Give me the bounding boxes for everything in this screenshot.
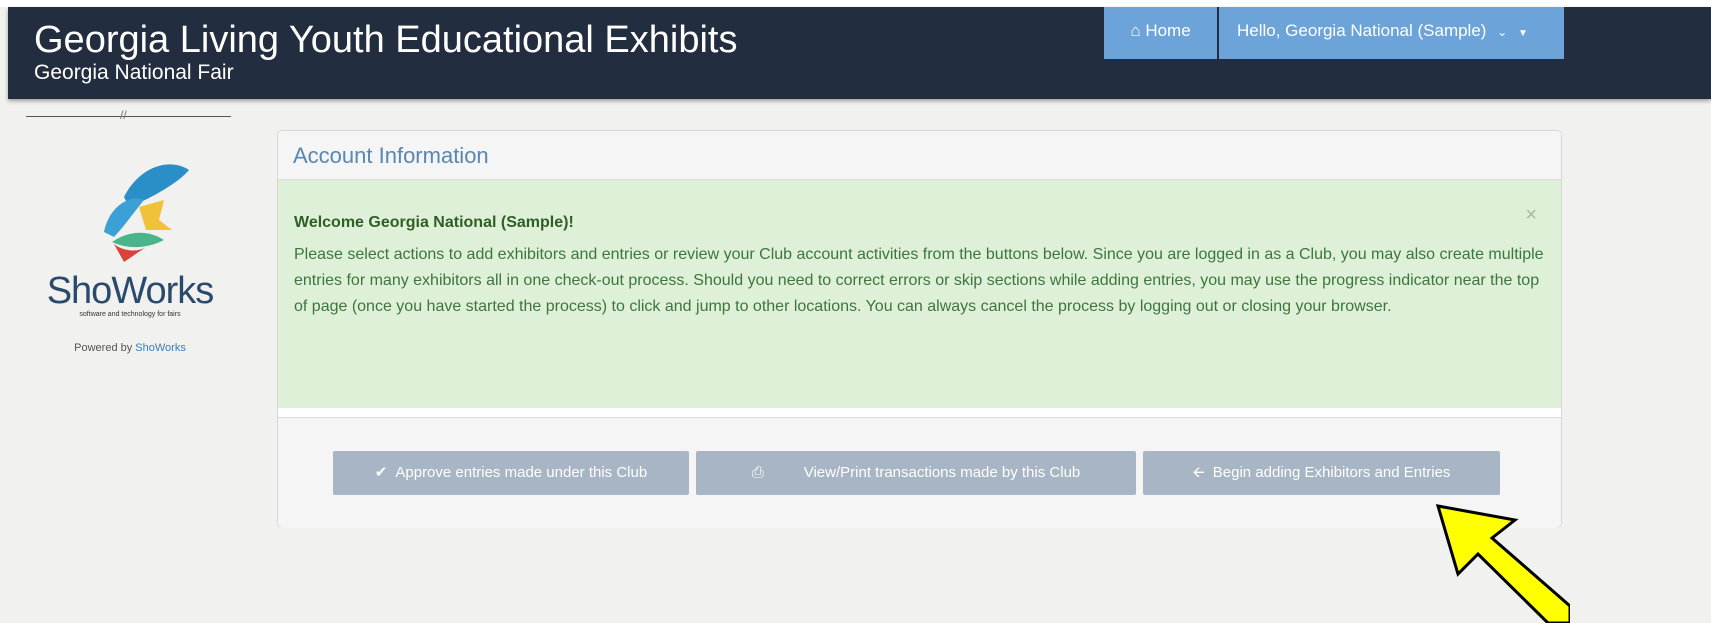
- alert-body: Please select actions to add exhibitors …: [294, 246, 1544, 315]
- top-border: [0, 0, 1711, 7]
- close-icon[interactable]: ×: [1525, 204, 1537, 227]
- view-print-transactions-button[interactable]: ⎙ View/Print transactions made by this Cl…: [696, 451, 1136, 495]
- panel-footer: ✔ Approve entries made under this Club ⎙ V…: [278, 417, 1561, 528]
- powered-by: Powered by ShoWorks: [40, 342, 220, 354]
- site-subtitle: Georgia National Fair: [34, 61, 234, 84]
- account-panel: Account Information × Welcome Georgia Na…: [277, 130, 1562, 528]
- approve-entries-button[interactable]: ✔ Approve entries made under this Club: [333, 451, 689, 495]
- annotation-arrow: [1435, 504, 1570, 623]
- view-print-label: View/Print transactions made by this Clu…: [803, 464, 1081, 481]
- home-icon: ⌂: [1130, 21, 1141, 40]
- powered-by-prefix: Powered by: [74, 342, 133, 354]
- powered-by-link[interactable]: ShoWorks: [135, 342, 186, 354]
- navbar: Georgia Living Youth Educational Exhibit…: [8, 7, 1711, 99]
- user-label: Hello, Georgia National (Sample): [1237, 21, 1487, 40]
- welcome-alert: × Welcome Georgia National (Sample)! Ple…: [278, 180, 1561, 408]
- arrow-left-icon: 🡨: [1192, 464, 1205, 481]
- logo-wordmark: ShoWorks: [46, 270, 215, 312]
- alert-heading: Welcome Georgia National (Sample)!: [294, 214, 574, 231]
- divider-ornament: //: [120, 108, 127, 122]
- logo-tagline: software and technology for fairs: [79, 311, 181, 318]
- caret-down-icon: ▼: [1517, 28, 1528, 39]
- panel-title: Account Information: [293, 143, 489, 168]
- home-label: Home: [1145, 21, 1191, 40]
- check-icon: ✔: [374, 464, 388, 481]
- chevron-down-icon: ⌄: [1497, 25, 1508, 39]
- showorks-logo: [104, 164, 189, 262]
- begin-adding-label: Begin adding Exhibitors and Entries: [1212, 464, 1451, 481]
- home-button[interactable]: ⌂ Home: [1104, 7, 1217, 59]
- panel-header: Account Information: [278, 131, 1561, 180]
- site-title: Georgia Living Youth Educational Exhibit…: [34, 19, 738, 61]
- sidebar-divider: [26, 116, 231, 117]
- begin-adding-button[interactable]: 🡨 Begin adding Exhibitors and Entries: [1143, 451, 1500, 495]
- approve-entries-label: Approve entries made under this Club: [395, 464, 648, 481]
- print-icon: ⎙: [751, 464, 764, 481]
- user-menu[interactable]: Hello, Georgia National (Sample) ⌄ ▼: [1219, 7, 1564, 59]
